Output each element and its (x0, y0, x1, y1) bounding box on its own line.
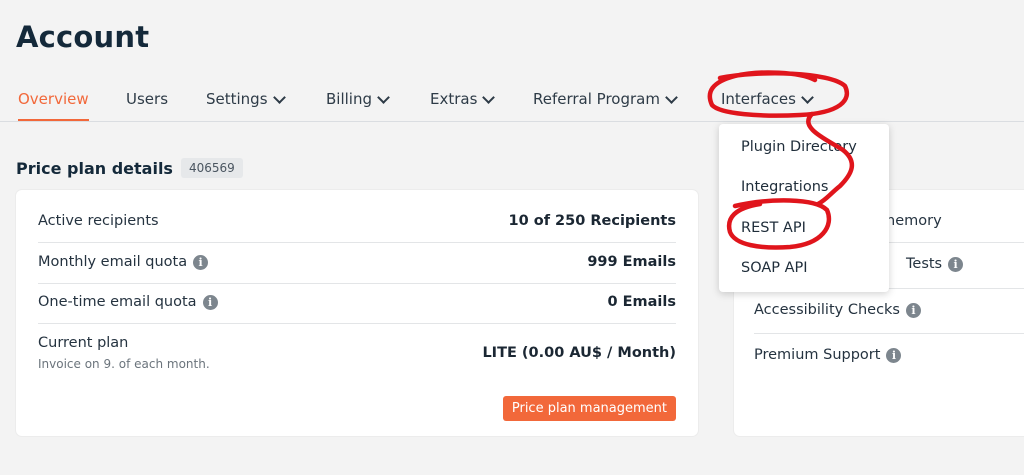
plan-row-active-recipients: Active recipients 10 of 250 Recipients (38, 213, 676, 229)
price-plan-card: Active recipients 10 of 250 Recipients M… (16, 190, 698, 436)
row-label: Monthly email quota (38, 254, 188, 270)
feature-label: Accessibility Checks (754, 302, 900, 318)
tab-label: Overview (18, 90, 89, 108)
price-plan-management-button[interactable]: Price plan management (502, 396, 676, 421)
menu-item-soap-api[interactable]: SOAP API (741, 260, 808, 276)
row-label: One-time email quota (38, 294, 197, 310)
info-icon[interactable]: i (948, 256, 964, 272)
info-icon[interactable]: i (886, 347, 902, 363)
feature-label: nemory (886, 213, 942, 229)
feature-memory: nemory (886, 213, 942, 229)
tab-referral-program[interactable]: Referral Program (533, 90, 678, 108)
divider (38, 283, 676, 284)
divider (38, 242, 676, 243)
tab-extras[interactable]: Extras (430, 90, 496, 108)
divider (754, 333, 1024, 334)
plan-row-onetime-quota: One-time email quota i 0 Emails (38, 294, 676, 310)
chevron-down-icon (377, 90, 390, 104)
tab-label: Users (126, 90, 169, 108)
info-icon[interactable]: i (906, 302, 921, 318)
menu-item-plugin-directory[interactable]: Plugin Directory (741, 139, 857, 155)
account-id-badge: 406569 (180, 158, 243, 178)
row-label: Current plan (38, 335, 129, 351)
row-label: Active recipients (38, 213, 159, 229)
row-value: 999 Emails (587, 254, 676, 270)
row-value: 10 of 250 Recipients (508, 213, 677, 229)
tab-label: Settings (206, 90, 268, 108)
feature-tests: Tests i (906, 256, 964, 272)
menu-item-rest-api[interactable]: REST API (741, 220, 806, 236)
divider (38, 323, 676, 324)
chevron-down-icon (801, 90, 814, 104)
feature-label: Premium Support (754, 347, 881, 363)
plan-row-monthly-quota: Monthly email quota i 999 Emails (38, 254, 676, 270)
tab-overview[interactable]: Overview (18, 90, 89, 121)
info-icon[interactable]: i (193, 254, 209, 270)
row-value: LITE (0.00 AU$ / Month) (482, 345, 676, 361)
feature-accessibility-checks: Accessibility Checks i (754, 302, 921, 318)
price-plan-title: Price plan details 406569 (16, 158, 243, 178)
tab-label: Interfaces (721, 90, 796, 108)
tab-billing[interactable]: Billing (326, 90, 390, 108)
tab-label: Billing (326, 90, 372, 108)
tab-settings[interactable]: Settings (206, 90, 286, 108)
chevron-down-icon (272, 90, 286, 104)
tab-label: Extras (430, 90, 478, 108)
tab-interfaces[interactable]: Interfaces (721, 90, 814, 108)
row-value: 0 Emails (607, 294, 676, 310)
invoice-note: Invoice on 9. of each month. (38, 357, 210, 371)
tab-label: Referral Program (533, 90, 660, 108)
tab-users[interactable]: Users (126, 90, 168, 108)
info-icon[interactable]: i (202, 294, 218, 310)
feature-label: Tests (906, 256, 943, 272)
feature-premium-support: Premium Support i (754, 347, 902, 363)
chevron-down-icon (482, 90, 496, 104)
section-title-text: Price plan details (16, 158, 173, 178)
interfaces-dropdown-menu: Plugin Directory Integrations REST API S… (719, 124, 889, 292)
menu-item-integrations[interactable]: Integrations (741, 179, 828, 195)
chevron-down-icon (665, 90, 678, 104)
account-nav: Overview Users Settings Billing Extras R… (0, 80, 1024, 122)
page-title: Account (16, 20, 150, 54)
plan-row-current-plan: Current plan Invoice on 9. of each month… (38, 335, 676, 371)
